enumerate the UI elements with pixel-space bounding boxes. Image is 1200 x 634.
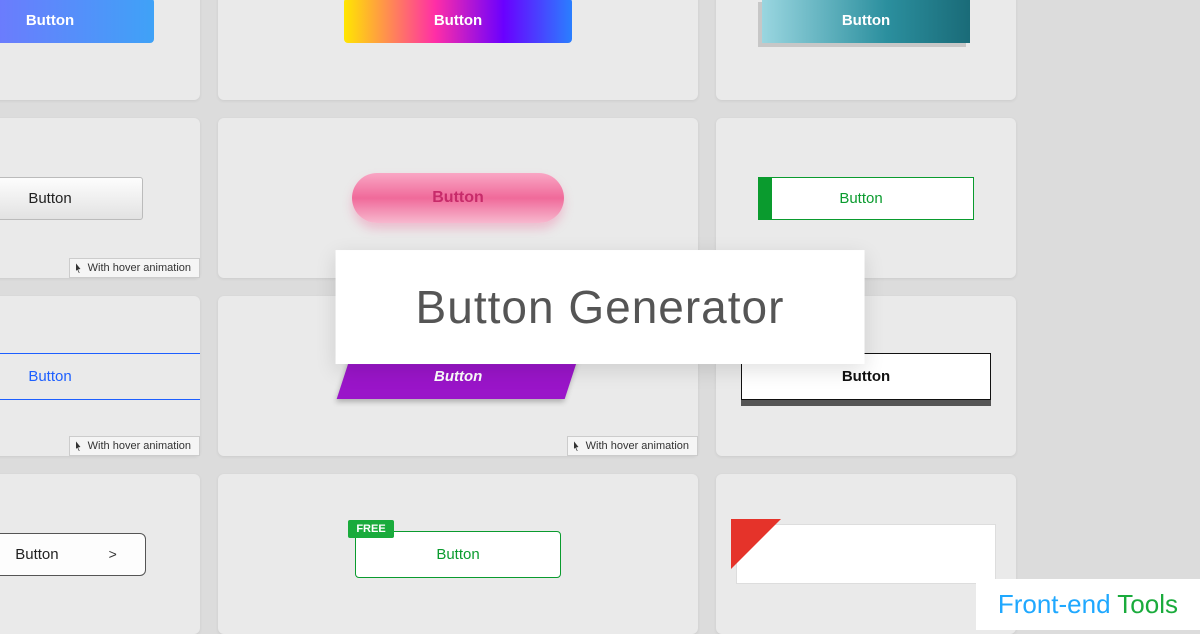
free-button-label: Button xyxy=(436,546,479,563)
hover-label: With hover animation xyxy=(586,440,689,452)
hover-label: With hover animation xyxy=(88,262,191,274)
sample-button-arrow[interactable]: Button > xyxy=(0,533,146,576)
sample-button-free-badge[interactable]: FREE Button xyxy=(355,531,560,578)
hover-animation-tag: With hover animation xyxy=(69,258,200,278)
page-title-overlay: Button Generator xyxy=(336,250,865,364)
skew-label: Button xyxy=(434,368,482,385)
arrow-button-label: Button xyxy=(15,546,58,563)
sample-button-ribbon[interactable] xyxy=(736,524,996,584)
hover-label: With hover animation xyxy=(88,440,191,452)
page-title: Button Generator xyxy=(416,280,785,334)
sample-button-gradient-blue[interactable]: Button xyxy=(0,0,154,43)
card-gray: Button With hover animation xyxy=(0,118,200,278)
hover-animation-tag: With hover animation xyxy=(69,436,200,456)
brand-prefix: Front-end xyxy=(998,589,1117,619)
chevron-right-icon: > xyxy=(109,546,117,562)
brand-suffix: Tools xyxy=(1117,589,1178,619)
card-arrow: Button > xyxy=(0,474,200,634)
card-free-badge: FREE Button xyxy=(218,474,698,634)
sample-button-pink-pill[interactable]: Button xyxy=(352,173,564,223)
card-gradient-teal: Button xyxy=(716,0,1016,100)
card-gradient-rainbow: Button xyxy=(218,0,698,100)
sample-button-gradient-rainbow[interactable]: Button xyxy=(344,0,572,43)
sample-button-blue-lines[interactable]: Button xyxy=(0,353,200,400)
card-ribbon xyxy=(716,474,1016,634)
card-gradient-blue: Button xyxy=(0,0,200,100)
free-badge: FREE xyxy=(348,520,393,538)
sample-button-gradient-teal[interactable]: Button xyxy=(762,0,970,43)
brand-watermark: Front-end Tools xyxy=(976,579,1200,630)
sample-button-green-bar[interactable]: Button xyxy=(758,177,973,220)
hover-animation-tag: With hover animation xyxy=(567,436,698,456)
card-blue-lines: Button With hover animation xyxy=(0,296,200,456)
sample-button-gray[interactable]: Button xyxy=(0,177,143,220)
